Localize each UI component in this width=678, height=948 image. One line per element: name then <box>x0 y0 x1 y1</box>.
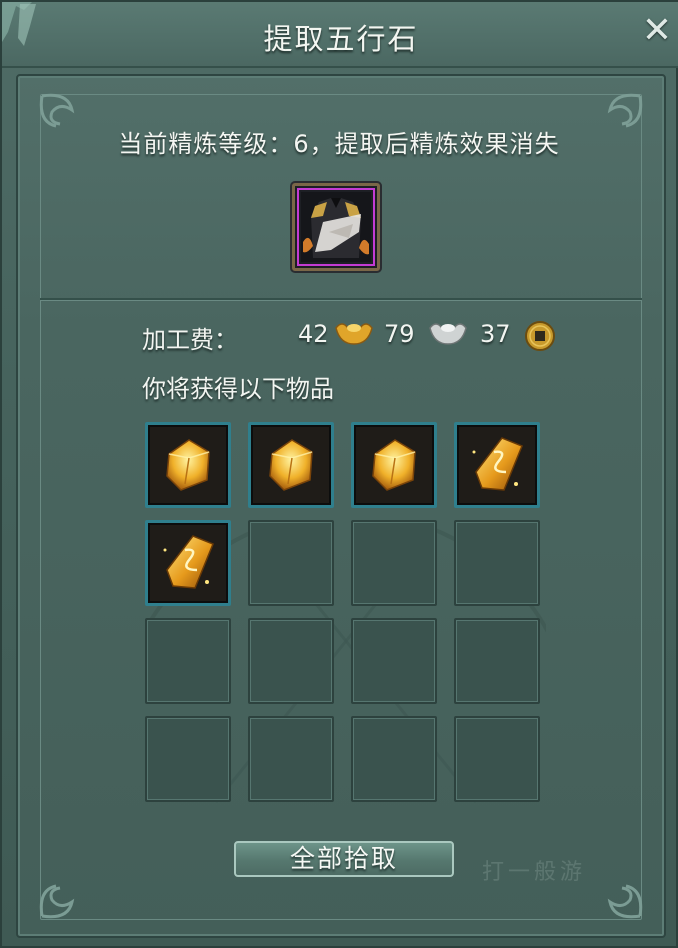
reward-slot-filled[interactable] <box>351 422 437 508</box>
reward-slot-empty[interactable] <box>454 716 540 802</box>
window-title: 提取五行石 <box>263 22 419 56</box>
silver-amount: 79 <box>384 320 415 348</box>
reward-slot-filled[interactable] <box>454 422 540 508</box>
gold-amount: 42 <box>298 320 329 348</box>
extract-window: 提取五行石 ✕ 当前精炼等级：6，提取后精炼效果消失 加工费： 42 79 37… <box>0 0 678 948</box>
reward-slot-empty[interactable] <box>248 716 334 802</box>
section-divider <box>40 298 642 300</box>
reward-slot-empty[interactable] <box>351 520 437 606</box>
watermark-text: 打一般游 <box>482 860 587 885</box>
reward-slot-empty[interactable] <box>454 618 540 704</box>
equipment-slot[interactable] <box>292 183 380 271</box>
reward-slot-empty[interactable] <box>454 520 540 606</box>
title-bar: 提取五行石 ✕ <box>2 2 678 68</box>
gold-shard-icon <box>155 530 221 600</box>
close-icon[interactable]: ✕ <box>640 13 674 49</box>
fee-label: 加工费： <box>142 326 238 354</box>
reward-slot-empty[interactable] <box>351 618 437 704</box>
corner-ornament-icon <box>39 884 75 919</box>
reward-slot-empty[interactable] <box>145 618 231 704</box>
reward-slot-filled[interactable] <box>248 422 334 508</box>
refine-status-text: 当前精炼等级：6，提取后精炼效果消失 <box>118 130 560 158</box>
reward-slot-filled[interactable] <box>145 422 231 508</box>
reward-slot-filled[interactable] <box>145 520 231 606</box>
gold-shard-icon <box>464 432 530 502</box>
reward-grid <box>145 422 543 806</box>
copper-amount: 37 <box>480 320 511 348</box>
reward-slot-empty[interactable] <box>248 520 334 606</box>
gold-stone-icon <box>361 432 427 502</box>
gold-stone-icon <box>155 432 221 502</box>
gold-stone-icon <box>258 432 324 502</box>
silver-ingot-icon <box>429 323 467 345</box>
receive-items-label: 你将获得以下物品 <box>142 375 334 403</box>
copper-coin-icon <box>525 321 555 351</box>
reward-slot-empty[interactable] <box>248 618 334 704</box>
robe-armor-icon <box>301 192 371 262</box>
gold-ingot-icon <box>335 323 373 345</box>
pick-all-button[interactable]: 全部拾取 <box>234 841 454 877</box>
reward-slot-empty[interactable] <box>145 716 231 802</box>
reward-slot-empty[interactable] <box>351 716 437 802</box>
